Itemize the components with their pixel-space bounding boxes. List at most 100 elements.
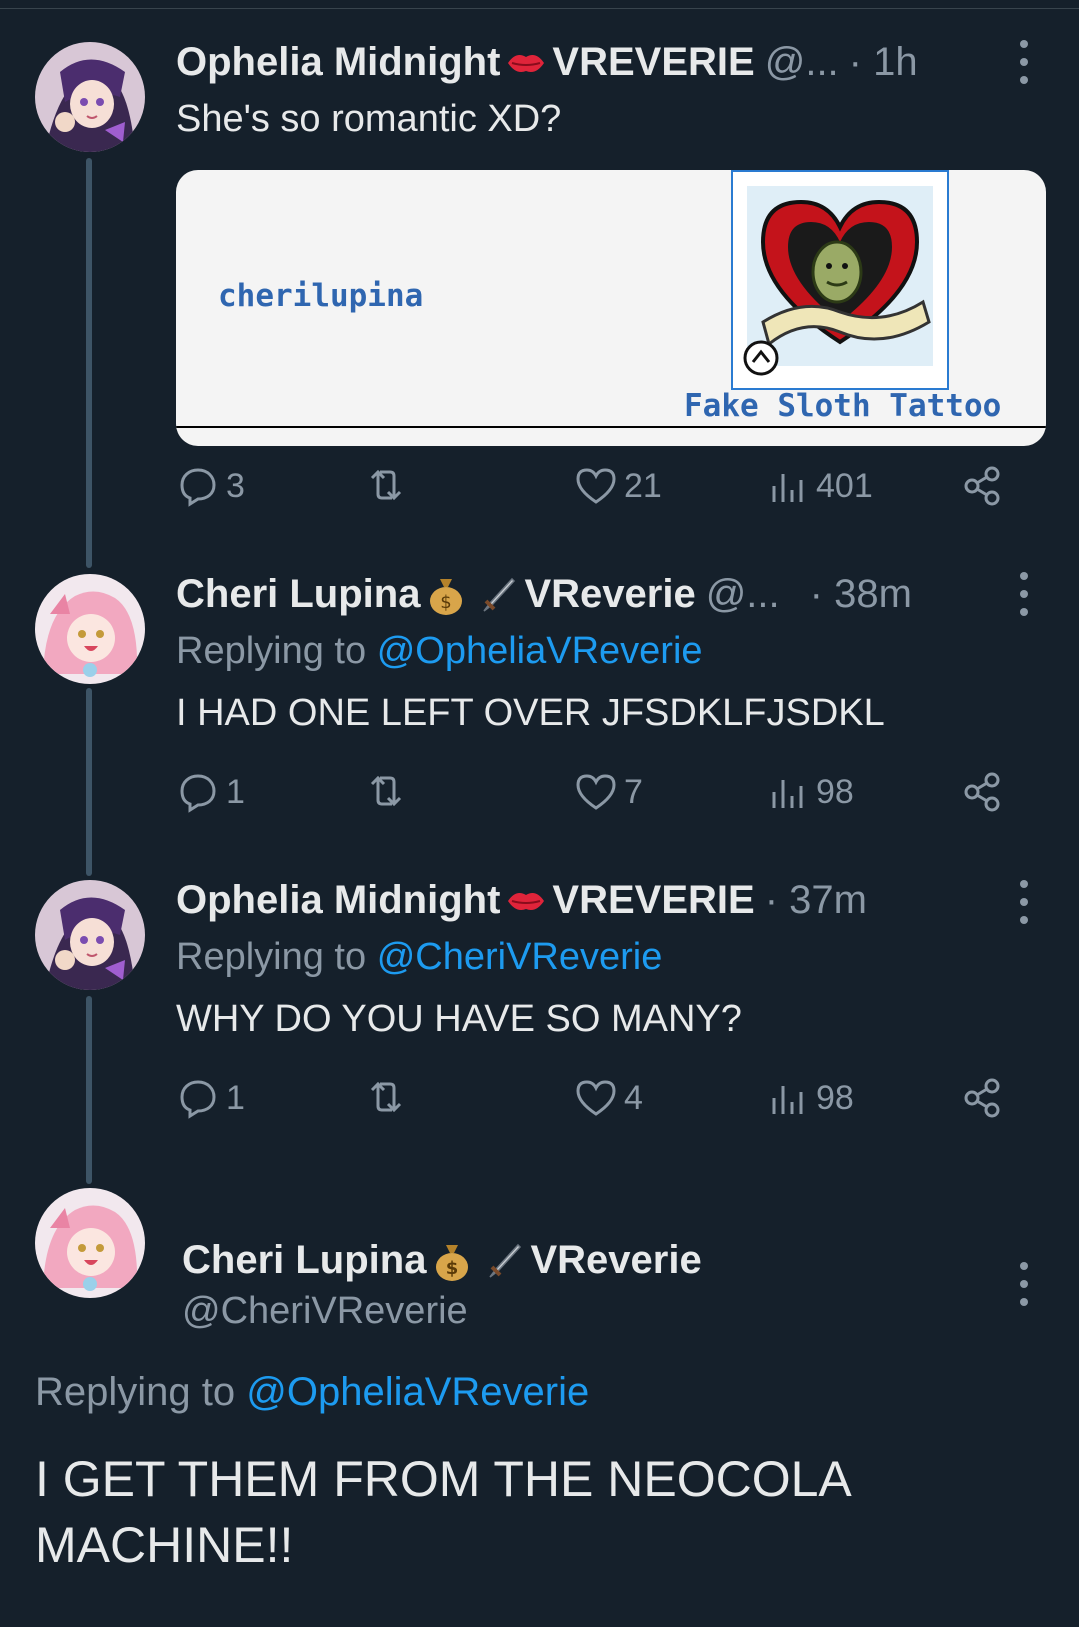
mention-link[interactable]: @OpheliaVReverie [377,630,703,672]
money-bag-icon: $ [424,573,468,617]
replying-to-label: Replying to [35,1370,236,1414]
replying-to: Replying to @OpheliaVReverie [35,1370,589,1415]
reply-count: 1 [226,772,245,811]
views-button[interactable]: 98 [766,1076,854,1120]
timestamp[interactable]: · 1h [849,40,918,85]
timestamp[interactable]: · 38m [810,572,912,617]
display-name-suffix[interactable]: VREVERIE [552,40,754,85]
top-divider [0,8,1079,9]
lips-icon [504,879,548,923]
like-count: 4 [624,1078,643,1117]
thread-connector [86,996,92,1184]
retweet-icon [370,1081,402,1113]
tweet-header: Ophelia Midnight VREVERIE @... · 1h [176,40,918,85]
like-button[interactable]: 4 [574,1076,643,1120]
view-count: 401 [816,466,873,505]
reply-button[interactable]: 1 [176,770,245,814]
view-count: 98 [816,1078,854,1117]
retweet-icon [370,775,402,807]
display-name[interactable]: Ophelia Midnight [176,40,500,85]
retweet-button[interactable] [364,464,408,508]
timestamp[interactable]: · 37m [765,878,867,923]
replying-to: Replying to @CheriVReverie [176,936,662,979]
views-button[interactable]: 98 [766,770,854,814]
share-button[interactable] [960,464,1004,508]
thread-page: Ophelia Midnight VREVERIE @... · 1h She'… [0,0,1079,1627]
like-count: 21 [624,466,662,505]
more-options-icon[interactable] [1012,40,1036,84]
like-button[interactable]: 21 [574,464,662,508]
display-name-suffix[interactable]: VReverie [524,572,695,617]
views-icon [772,780,803,808]
money-bag-icon: $ [430,1239,474,1283]
like-button[interactable]: 7 [574,770,643,814]
dagger-icon [482,1239,526,1283]
heart-icon [576,1080,616,1116]
retweet-button[interactable] [364,770,408,814]
share-icon [964,1078,1000,1118]
tweet-actions: 1 7 98 [176,770,1006,820]
avatar-cheri[interactable] [35,574,145,684]
main-display-name-row: Cheri Lupina $ VReverie [182,1238,702,1283]
heart-icon [576,468,616,504]
replying-to: Replying to @OpheliaVReverie [176,630,703,673]
tweet-header: Cheri Lupina $ VReverie @... · 38m [176,572,912,617]
card-divider [176,426,1046,428]
more-options-icon[interactable] [1012,1262,1036,1306]
svg-text:$: $ [446,1258,459,1279]
tweet-actions: 1 4 98 [176,1076,1006,1126]
avatar-cheri[interactable] [35,1188,145,1298]
retweet-icon [370,469,402,501]
share-button[interactable] [960,770,1004,814]
reply-icon [180,774,216,813]
share-icon [964,466,1000,506]
link-card[interactable]: cherilupina Fake Sloth Tattoo [176,170,1046,446]
reply-button[interactable]: 1 [176,1076,245,1120]
more-options-icon[interactable] [1012,572,1036,616]
views-button[interactable]: 401 [766,464,873,508]
tweet-header: Ophelia Midnight VREVERIE · 37m [176,878,867,923]
user-handle[interactable]: @... [765,40,839,85]
heart-icon [576,774,616,810]
main-tweet-text: I GET THEM FROM THE NEOCOLA MACHINE!! [35,1451,850,1573]
replying-to-label: Replying to [176,630,367,672]
like-count: 7 [624,772,643,811]
tweet-actions: 3 21 401 [176,464,1006,514]
tweet-text: I HAD ONE LEFT OVER JFSDKLFJSDKL [176,692,885,734]
display-name-suffix[interactable]: VREVERIE [552,878,754,923]
card-image [731,170,949,390]
sloth-heart-tattoo-icon [743,186,933,376]
reply-icon [180,468,216,507]
thread-connector [86,158,92,568]
views-icon [772,1086,803,1114]
avatar-ophelia[interactable] [35,42,145,152]
reply-count: 3 [226,466,245,505]
more-options-icon[interactable] [1012,880,1036,924]
display-name[interactable]: Cheri Lupina [176,572,420,617]
tweet-text: WHY DO YOU HAVE SO MANY? [176,998,742,1040]
card-username: cherilupina [218,278,424,314]
view-count: 98 [816,772,854,811]
views-icon [772,474,803,502]
user-handle[interactable]: @CheriVReverie [182,1290,468,1333]
tweet-text: She's so romantic XD? [176,98,562,140]
share-button[interactable] [960,1076,1004,1120]
lips-icon [504,41,548,85]
avatar-ophelia[interactable] [35,880,145,990]
reply-icon [180,1080,216,1119]
replying-to-label: Replying to [176,936,367,978]
mention-link[interactable]: @CheriVReverie [377,936,663,978]
dagger-icon [476,573,520,617]
display-name-suffix[interactable]: VReverie [530,1238,701,1283]
user-handle[interactable]: @... [706,572,780,617]
reply-count: 1 [226,1078,245,1117]
display-name[interactable]: Ophelia Midnight [176,878,500,923]
retweet-button[interactable] [364,1076,408,1120]
svg-text:$: $ [441,592,452,613]
display-name[interactable]: Cheri Lupina [182,1238,426,1283]
reply-button[interactable]: 3 [176,464,245,508]
card-caption: Fake Sloth Tattoo [684,388,1002,424]
mention-link[interactable]: @OpheliaVReverie [246,1370,589,1414]
share-icon [964,772,1000,812]
thread-connector [86,688,92,876]
